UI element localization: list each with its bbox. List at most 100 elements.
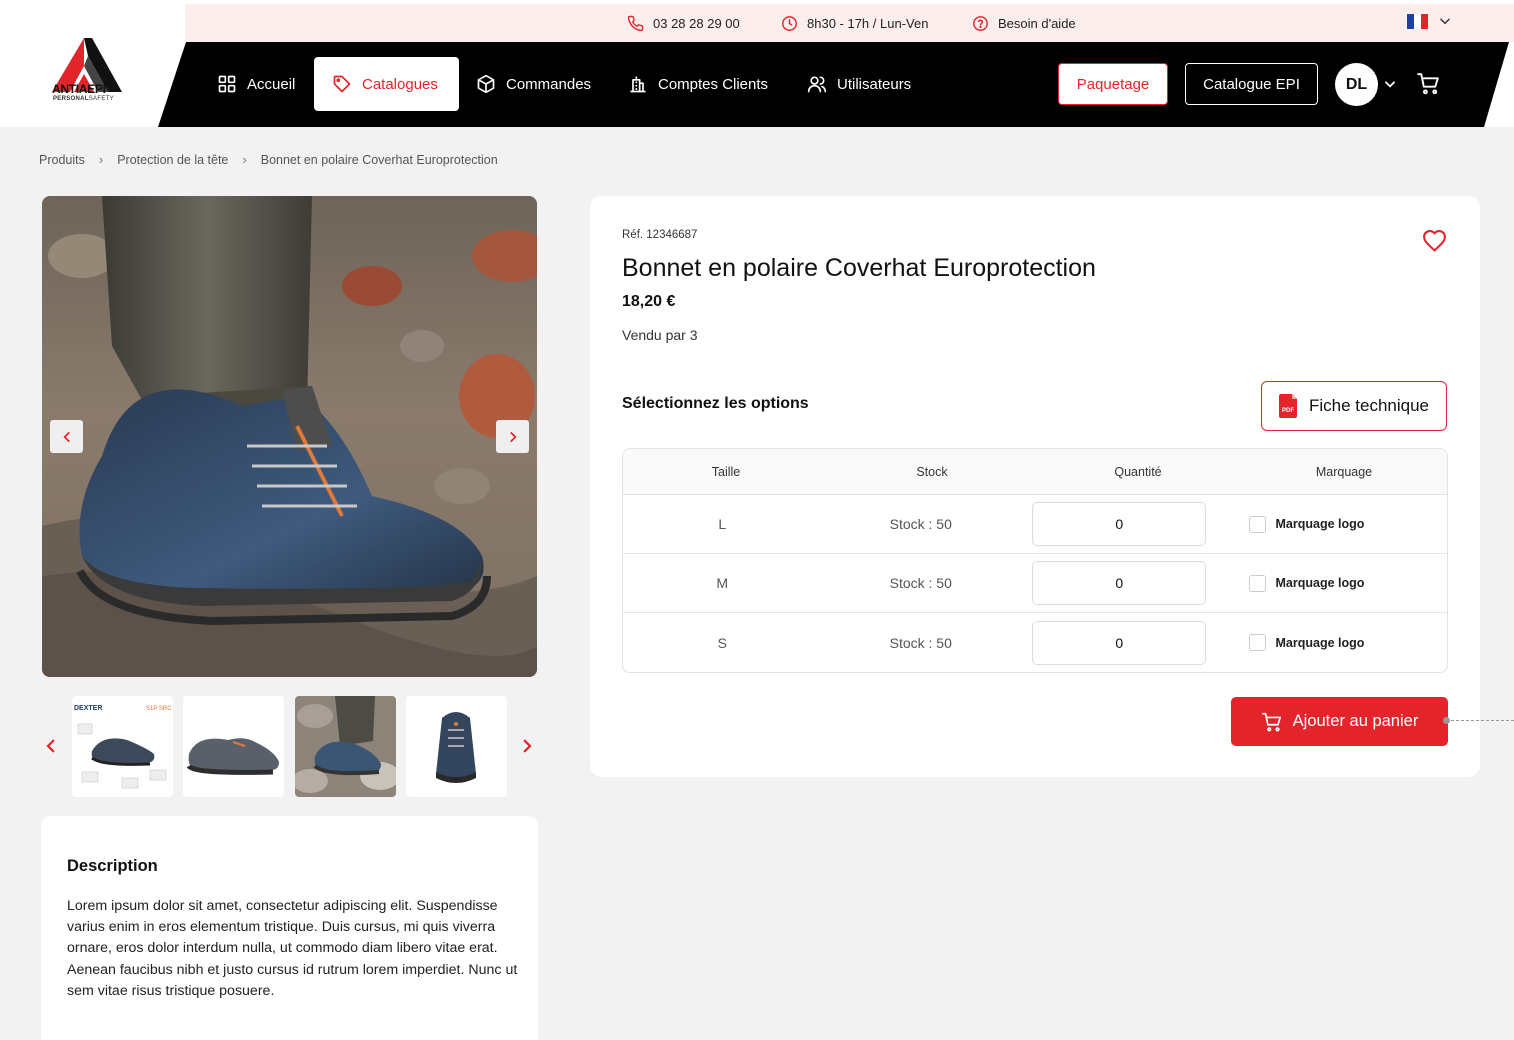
chevron-down-icon[interactable] bbox=[1438, 14, 1452, 28]
users-icon bbox=[807, 76, 827, 93]
column-header: Taille bbox=[711, 464, 741, 479]
help-icon bbox=[973, 15, 988, 31]
svg-text:PDF: PDF bbox=[1282, 408, 1294, 414]
breadcrumb-current: Bonnet en polaire Coverhat Europrotectio… bbox=[260, 152, 498, 167]
technical-sheet-label: Fiche technique bbox=[1308, 396, 1430, 415]
nav-client-accounts-label: Comptes Clients bbox=[658, 75, 769, 93]
marking-checkbox[interactable] bbox=[1248, 515, 1266, 533]
paquetage-button[interactable]: Paquetage bbox=[1058, 63, 1168, 105]
nav-home-label: Accueil bbox=[247, 75, 296, 93]
options-table: Taille Stock Quantité Marquage L Stock :… bbox=[622, 448, 1448, 673]
cart-icon[interactable] bbox=[1416, 71, 1441, 96]
product-seller: Vendu par 3 bbox=[622, 327, 698, 343]
quantity-cell bbox=[1020, 620, 1219, 665]
annotation-dot bbox=[1443, 717, 1450, 724]
marking-label: Marquage logo bbox=[1275, 576, 1365, 590]
tag-icon bbox=[333, 75, 351, 93]
quantity-cell bbox=[1020, 561, 1219, 605]
product-title: Bonnet en polaire Coverhat Europrotectio… bbox=[622, 254, 1096, 282]
site-header: 03 28 28 29 00 8h30 - 17h / Lun-Ven Beso… bbox=[0, 0, 1514, 127]
annotation-connector bbox=[1446, 720, 1514, 721]
stock-cell: Stock : 50 bbox=[889, 516, 952, 532]
marking-checkbox[interactable] bbox=[1248, 574, 1266, 592]
product-thumbnail[interactable] bbox=[295, 696, 396, 797]
add-to-cart-label: Ajouter au panier bbox=[1292, 712, 1419, 730]
product-reference: Réf. 12346687 bbox=[622, 229, 698, 241]
chevron-left-icon[interactable] bbox=[42, 737, 60, 755]
breadcrumb-item[interactable]: Produits bbox=[39, 153, 85, 167]
product-thumbnail[interactable] bbox=[406, 696, 507, 797]
opening-hours: 8h30 - 17h / Lun-Ven bbox=[807, 15, 929, 31]
gallery-prev-button[interactable] bbox=[50, 420, 83, 453]
cart-icon bbox=[1261, 712, 1281, 731]
table-row: L Stock : 50 Marquage logo bbox=[623, 495, 1447, 554]
marking-label: Marquage logo bbox=[1275, 517, 1365, 531]
breadcrumb-item[interactable]: Protection de la tête bbox=[117, 153, 228, 167]
phone-number: 03 28 28 29 00 bbox=[653, 15, 740, 31]
stock-cell: Stock : 50 bbox=[889, 634, 952, 651]
chevron-right-icon bbox=[509, 431, 517, 442]
gallery-next-button[interactable] bbox=[496, 420, 529, 453]
quantity-input[interactable] bbox=[1032, 502, 1207, 546]
heart-icon[interactable] bbox=[1422, 229, 1447, 254]
nav-users[interactable]: Utilisateurs bbox=[807, 57, 911, 111]
product-thumbnail[interactable]: DEXTER S1P SRC bbox=[72, 696, 173, 797]
hours-info: 8h30 - 17h / Lun-Ven bbox=[781, 4, 928, 42]
catalogue-epi-button[interactable]: Catalogue EPI bbox=[1185, 63, 1318, 105]
svg-text:DEXTER: DEXTER bbox=[74, 705, 102, 712]
nav-home[interactable]: Accueil bbox=[217, 57, 295, 111]
svg-text:S1P SRC: S1P SRC bbox=[146, 706, 172, 712]
nav-users-label: Utilisateurs bbox=[837, 75, 912, 93]
marking-cell: Marquage logo bbox=[1219, 515, 1448, 533]
column-header: Marquage bbox=[1315, 464, 1373, 479]
marking-cell: Marquage logo bbox=[1219, 634, 1448, 651]
nav-client-accounts[interactable]: Comptes Clients bbox=[628, 57, 768, 111]
box-icon bbox=[477, 74, 495, 94]
column-header: Quantité bbox=[1114, 464, 1162, 479]
options-title: Sélectionnez les options bbox=[622, 395, 809, 412]
quantity-cell bbox=[1020, 502, 1219, 546]
marking-cell: Marquage logo bbox=[1219, 574, 1448, 592]
clock-icon bbox=[782, 15, 797, 31]
description-card: Description Lorem ipsum dolor sit amet, … bbox=[41, 816, 538, 1040]
size-cell: L bbox=[718, 516, 727, 532]
nav-catalogues[interactable]: Catalogues bbox=[314, 57, 459, 111]
phone-info[interactable]: 03 28 28 29 00 bbox=[627, 4, 740, 42]
description-text: Lorem ipsum dolor sit amet, consectetur … bbox=[67, 898, 518, 999]
quantity-input[interactable] bbox=[1032, 561, 1207, 605]
chevron-down-icon[interactable] bbox=[1383, 77, 1397, 91]
table-row: S Stock : 50 Marquage logo bbox=[623, 613, 1447, 672]
nav-orders-label: Commandes bbox=[506, 75, 592, 93]
product-price: 18,20 € bbox=[622, 293, 676, 310]
chevron-right-icon: › bbox=[98, 152, 104, 167]
quantity-input[interactable] bbox=[1032, 620, 1207, 665]
grid-icon bbox=[218, 75, 236, 93]
chevron-left-icon bbox=[62, 431, 70, 442]
technical-sheet-button[interactable]: PDF Fiche technique bbox=[1261, 381, 1447, 431]
product-thumbnail[interactable] bbox=[183, 696, 284, 797]
logo-wordmark: ANTIAEPI bbox=[52, 82, 106, 96]
language-flag-icon[interactable] bbox=[1407, 14, 1428, 29]
marking-label: Marquage logo bbox=[1275, 635, 1365, 650]
logo-tagline: PERSONALSAFETY bbox=[53, 96, 114, 102]
help-link[interactable]: Besoin d'aide bbox=[972, 4, 1076, 42]
size-cell: M bbox=[716, 575, 729, 591]
size-cell: S bbox=[717, 634, 727, 651]
chevron-right-icon[interactable] bbox=[518, 737, 536, 755]
product-main-image bbox=[42, 196, 537, 677]
options-table-header: Taille Stock Quantité Marquage bbox=[623, 449, 1447, 495]
thumbnail-strip: DEXTER S1P SRC bbox=[42, 696, 537, 797]
help-label: Besoin d'aide bbox=[998, 15, 1076, 31]
nav-orders[interactable]: Commandes bbox=[476, 57, 591, 111]
chevron-right-icon: › bbox=[242, 152, 247, 167]
marking-checkbox[interactable] bbox=[1248, 634, 1266, 651]
table-row: M Stock : 50 Marquage logo bbox=[623, 554, 1447, 613]
description-title: Description bbox=[67, 857, 158, 875]
user-avatar[interactable]: DL bbox=[1335, 63, 1378, 106]
stock-cell: Stock : 50 bbox=[889, 575, 952, 591]
add-to-cart-button[interactable]: Ajouter au panier bbox=[1231, 697, 1448, 746]
breadcrumb: Produits › Protection de la tête › Bonne… bbox=[39, 152, 498, 167]
pdf-icon: PDF bbox=[1278, 394, 1297, 418]
product-info-card: Réf. 12346687 Bonnet en polaire Coverhat… bbox=[590, 196, 1480, 777]
phone-icon bbox=[627, 15, 644, 31]
